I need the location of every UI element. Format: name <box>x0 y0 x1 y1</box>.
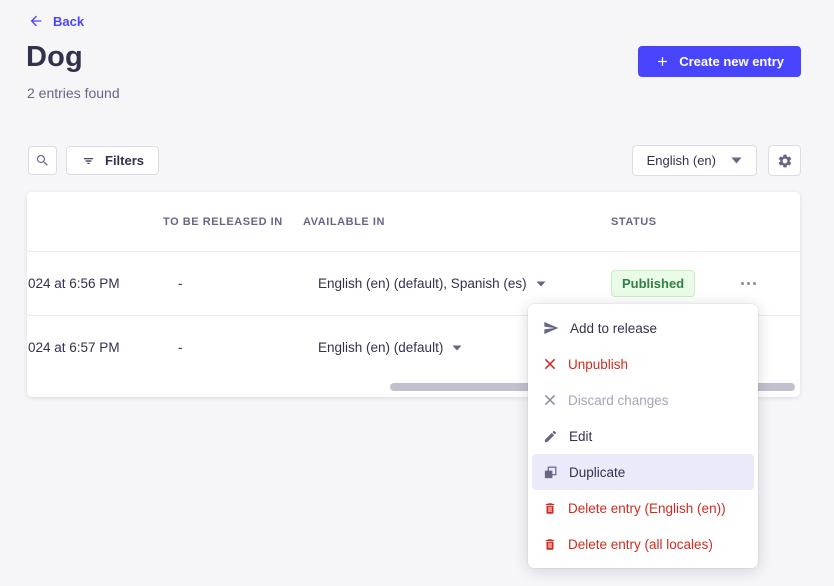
menu-item-label: Duplicate <box>569 465 625 480</box>
search-icon <box>35 153 50 168</box>
filters-label: Filters <box>105 153 144 168</box>
trash-icon <box>543 501 557 516</box>
menu-item-label: Delete entry (English (en)) <box>568 501 726 516</box>
cross-icon <box>543 393 557 407</box>
pencil-icon <box>543 429 558 444</box>
menu-item-delete-entry-all-locales[interactable]: Delete entry (all locales) <box>532 526 754 562</box>
back-label: Back <box>53 14 84 29</box>
filters-button[interactable]: Filters <box>66 146 159 175</box>
cell-to-be-released-in: - <box>163 340 303 355</box>
column-header-status: STATUS <box>611 216 737 228</box>
cell-available-in[interactable]: English (en) (default), Spanish (es) <box>303 276 611 291</box>
locale-select-value: English (en) <box>647 153 716 168</box>
column-header-to-be-released-in: TO BE RELEASED IN <box>163 216 303 228</box>
cell-actions <box>737 282 800 285</box>
paper-plane-icon <box>543 320 559 336</box>
menu-item-label: Delete entry (all locales) <box>568 537 713 552</box>
duplicate-icon <box>543 465 558 480</box>
available-in-value: English (en) (default) <box>318 340 443 355</box>
filter-icon <box>81 154 96 168</box>
menu-item-discard-changes[interactable]: Discard changes <box>532 382 754 418</box>
page-title: Dog <box>26 41 83 74</box>
toolbar-left: Filters <box>28 146 159 175</box>
cell-to-be-released-in: - <box>163 276 303 291</box>
search-button[interactable] <box>28 146 57 175</box>
row-actions-context-menu: Add to release Unpublish Discard changes… <box>528 304 758 568</box>
create-new-entry-label: Create new entry <box>679 54 784 69</box>
chevron-down-icon <box>731 157 742 164</box>
menu-item-label: Edit <box>569 429 592 444</box>
menu-item-delete-entry-locale[interactable]: Delete entry (English (en)) <box>532 490 754 526</box>
chevron-down-icon <box>536 281 546 287</box>
menu-item-unpublish[interactable]: Unpublish <box>532 346 754 382</box>
trash-icon <box>543 537 557 552</box>
menu-item-label: Unpublish <box>568 357 628 372</box>
menu-item-add-to-release[interactable]: Add to release <box>532 310 754 346</box>
cell-updated: 024 at 6:56 PM <box>27 276 163 291</box>
table-header-row: TO BE RELEASED IN AVAILABLE IN STATUS <box>27 192 800 251</box>
cell-updated: 024 at 6:57 PM <box>27 340 163 355</box>
cross-icon <box>543 357 557 371</box>
menu-item-label: Add to release <box>570 321 657 336</box>
content-manager-list-view: Back Dog 2 entries found Create new entr… <box>0 0 834 586</box>
gear-icon <box>777 153 793 169</box>
arrow-left-icon <box>28 13 44 29</box>
locale-select[interactable]: English (en) <box>632 145 757 176</box>
menu-item-edit[interactable]: Edit <box>532 418 754 454</box>
settings-button[interactable] <box>768 145 801 176</box>
toolbar-right: English (en) <box>632 145 801 176</box>
entries-count: 2 entries found <box>27 85 120 101</box>
cell-status: Published <box>611 270 737 297</box>
create-new-entry-button[interactable]: Create new entry <box>638 46 801 77</box>
status-badge: Published <box>611 270 695 297</box>
menu-item-duplicate[interactable]: Duplicate <box>532 454 754 490</box>
chevron-down-icon <box>452 345 462 351</box>
available-in-value: English (en) (default), Spanish (es) <box>318 276 527 291</box>
menu-item-label: Discard changes <box>568 393 669 408</box>
row-more-actions-button[interactable] <box>737 282 800 285</box>
back-link[interactable]: Back <box>28 13 84 29</box>
column-header-available-in: AVAILABLE IN <box>303 216 611 228</box>
plus-icon <box>655 54 670 69</box>
